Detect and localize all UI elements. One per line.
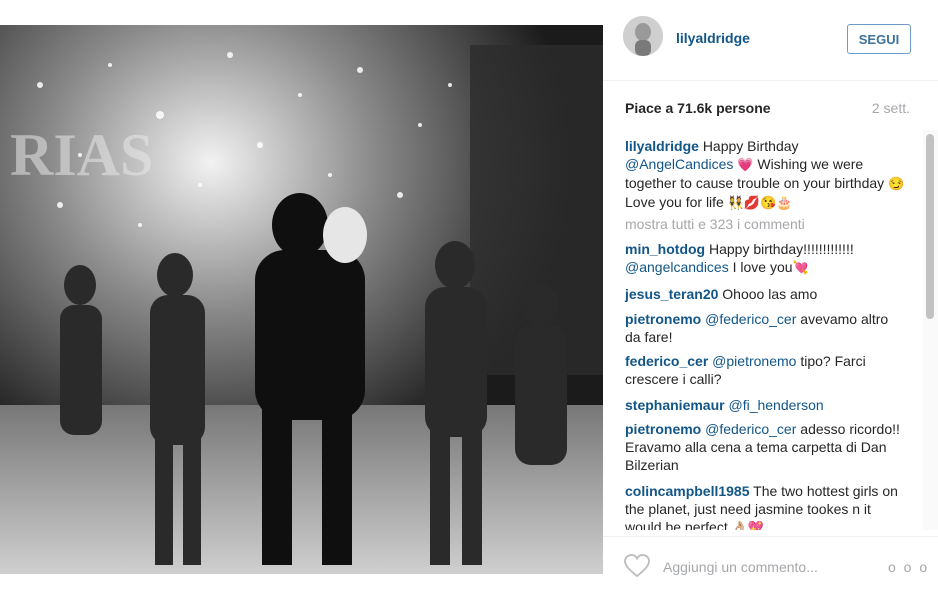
comment-username[interactable]: jesus_teran20 — [625, 286, 718, 302]
comment-mention[interactable]: @pietronemo — [712, 353, 796, 369]
heart-icon[interactable] — [624, 554, 650, 583]
comment-text: Happy birthday!!!!!!!!!!!!! — [709, 241, 854, 257]
comment-text-2: I love you — [732, 259, 793, 275]
comment: stephaniemaur @fi_henderson — [625, 396, 905, 414]
post-header: lilyaldridge SEGUI — [603, 0, 938, 81]
comment-mention[interactable]: @angelcandices — [625, 259, 729, 275]
likes-count[interactable]: Piace a 71.6k persone — [625, 100, 771, 116]
comment-username[interactable]: pietronemo — [625, 421, 701, 437]
comment: jesus_teran20 Ohooo las amo — [625, 285, 905, 303]
caption: lilyaldridge Happy Birthday @AngelCandic… — [625, 137, 905, 212]
avatar[interactable] — [623, 16, 663, 56]
comment-username[interactable]: min_hotdog — [625, 241, 705, 257]
comment-text: Ohooo las amo — [722, 286, 818, 302]
scrollbar-thumb[interactable] — [926, 134, 934, 319]
comment-username[interactable]: colincampbell1985 — [625, 483, 750, 499]
comments-scrollbar[interactable] — [923, 130, 938, 530]
comment-mention[interactable]: @fi_henderson — [728, 397, 823, 413]
comment-mention[interactable]: @federico_cer — [705, 421, 796, 437]
comment-username[interactable]: pietronemo — [625, 311, 701, 327]
add-comment-input[interactable]: Aggiungi un commento... — [663, 559, 818, 575]
caption-text-1: Happy Birthday — [702, 138, 799, 154]
caption-emoji-3: 👯💋😘🎂 — [727, 195, 793, 210]
comment-mention[interactable]: @federico_cer — [705, 311, 796, 327]
caption-emoji-2: 😏 — [888, 176, 905, 191]
caption-text-3: Love you for life — [625, 194, 724, 210]
comments-list: lilyaldridge Happy Birthday @AngelCandic… — [603, 130, 923, 530]
post-photo[interactable]: RIAS — [0, 25, 603, 574]
instagram-post-modal: RIAS lilyaldridge SEGUI Piace a 71.6k pe… — [0, 0, 938, 602]
caption-emoji-1: 💗 — [737, 157, 754, 172]
comment: federico_cer @pietronemo tipo? Farci cre… — [625, 352, 905, 388]
avatar-image — [623, 16, 663, 56]
follow-button[interactable]: SEGUI — [847, 24, 911, 54]
caption-mention[interactable]: @AngelCandices — [625, 156, 733, 172]
comment-emoji: 💘 — [792, 260, 809, 275]
svg-text:RIAS: RIAS — [10, 122, 153, 188]
post-image: RIAS — [0, 25, 603, 574]
comment-emoji: 👌🏼💖 — [731, 520, 764, 530]
post-author-username[interactable]: lilyaldridge — [676, 30, 750, 46]
post-side-panel: lilyaldridge SEGUI Piace a 71.6k persone… — [603, 0, 938, 602]
post-footer: Aggiungi un commento... o o o — [603, 536, 938, 603]
comment: pietronemo @federico_cer adesso ricordo!… — [625, 420, 905, 474]
caption-username[interactable]: lilyaldridge — [625, 138, 699, 154]
comment: pietronemo @federico_cer avevamo altro d… — [625, 310, 905, 346]
more-options-icon[interactable]: o o o — [888, 559, 929, 575]
comment-username[interactable]: stephaniemaur — [625, 397, 725, 413]
comment-username[interactable]: federico_cer — [625, 353, 708, 369]
comment: min_hotdog Happy birthday!!!!!!!!!!!!! @… — [625, 240, 905, 277]
show-all-comments-link[interactable]: mostra tutti e 323 i commenti — [625, 216, 805, 232]
post-timestamp[interactable]: 2 sett. — [872, 100, 910, 116]
likes-row: Piace a 71.6k persone 2 sett. — [603, 80, 938, 130]
comment: colincampbell1985 The two hottest girls … — [625, 482, 905, 530]
